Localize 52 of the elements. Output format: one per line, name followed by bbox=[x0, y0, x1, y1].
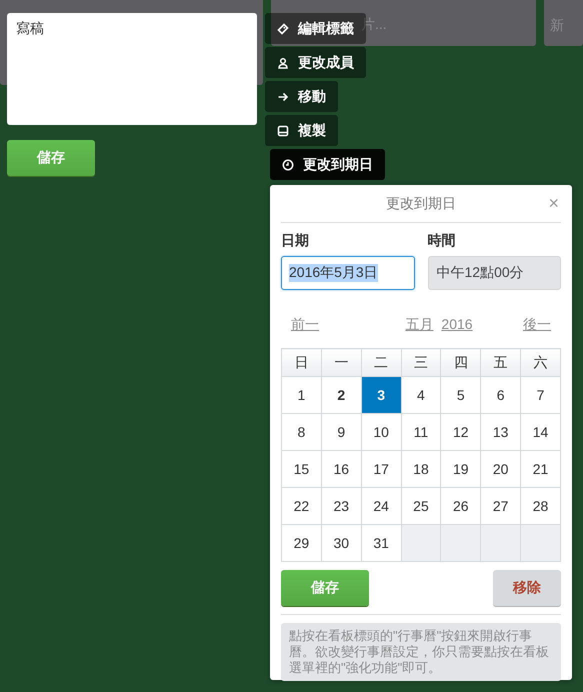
day-cell[interactable]: 15 bbox=[282, 450, 322, 488]
day-cell[interactable]: 16 bbox=[321, 450, 362, 488]
field-label: 日期 bbox=[281, 232, 310, 250]
weekday-header: 二 bbox=[361, 348, 402, 376]
day-cell[interactable]: 13 bbox=[480, 414, 521, 450]
card-icon bbox=[277, 124, 289, 136]
popup-title: 更改到期日 bbox=[386, 194, 456, 212]
day-cell[interactable]: 29 bbox=[282, 524, 322, 562]
day-cell[interactable]: 12 bbox=[440, 414, 481, 450]
menu-button[interactable]: 移動 bbox=[265, 81, 338, 112]
tag-icon bbox=[277, 22, 289, 34]
date-field[interactable]: 2016年5月3日 bbox=[281, 256, 414, 290]
day-cell[interactable]: 20 bbox=[480, 450, 521, 488]
day-cell[interactable]: 17 bbox=[361, 450, 402, 488]
weekday-header: 日 bbox=[282, 348, 322, 376]
help-note: 點按在看板標頭的"行事曆"按鈕來開啟行事曆。欲改變行事曆設定，你只需要點按在看板選單裡的"強化功能"即可。 bbox=[281, 623, 561, 681]
weekday-header: 五 bbox=[480, 348, 521, 376]
card-text-field[interactable]: 寫稿 bbox=[7, 13, 257, 125]
field-label: 時間 bbox=[428, 232, 456, 250]
weekday-header: 四 bbox=[440, 348, 481, 376]
menu-button[interactable]: 更改到期日 bbox=[270, 149, 385, 180]
day-cell[interactable]: 4 bbox=[401, 376, 441, 414]
day-cell[interactable]: 3 bbox=[361, 376, 402, 414]
weekday-header: 三 bbox=[401, 348, 441, 376]
day-cell[interactable]: 10 bbox=[361, 414, 402, 450]
day-cell[interactable]: 23 bbox=[321, 488, 362, 524]
day-cell[interactable]: 18 bbox=[401, 450, 441, 488]
day-cell[interactable]: 31 bbox=[361, 524, 402, 562]
arrow-icon bbox=[277, 90, 289, 102]
day-cell[interactable]: 6 bbox=[480, 376, 521, 414]
clock-icon bbox=[282, 158, 294, 170]
person-icon bbox=[277, 56, 289, 68]
menu-button[interactable]: 編輯標籤 bbox=[265, 13, 366, 44]
menu-button[interactable]: 複製 bbox=[265, 115, 338, 146]
day-cell[interactable]: 24 bbox=[361, 488, 402, 524]
day-cell[interactable]: 7 bbox=[520, 376, 560, 414]
weekday-header: 一 bbox=[321, 348, 362, 376]
day-cell[interactable]: 19 bbox=[440, 450, 481, 488]
day-cell[interactable]: 5 bbox=[440, 376, 481, 414]
day-cell[interactable]: 9 bbox=[321, 414, 362, 450]
weekday-header: 六 bbox=[520, 348, 560, 376]
remove-button[interactable]: 移除 bbox=[493, 570, 561, 606]
day-cell[interactable]: 2 bbox=[321, 376, 362, 414]
day-cell[interactable]: 22 bbox=[282, 488, 322, 524]
day-cell[interactable]: 8 bbox=[282, 414, 322, 450]
menu-button[interactable]: 更改成員 bbox=[265, 47, 366, 78]
day-cell[interactable]: 14 bbox=[520, 414, 560, 450]
day-cell[interactable]: 11 bbox=[401, 414, 441, 450]
time-field[interactable]: 中午12點00分 bbox=[428, 256, 561, 290]
day-cell[interactable]: 21 bbox=[520, 450, 560, 488]
day-cell[interactable]: 1 bbox=[282, 376, 322, 414]
day-cell[interactable]: 30 bbox=[321, 524, 362, 562]
